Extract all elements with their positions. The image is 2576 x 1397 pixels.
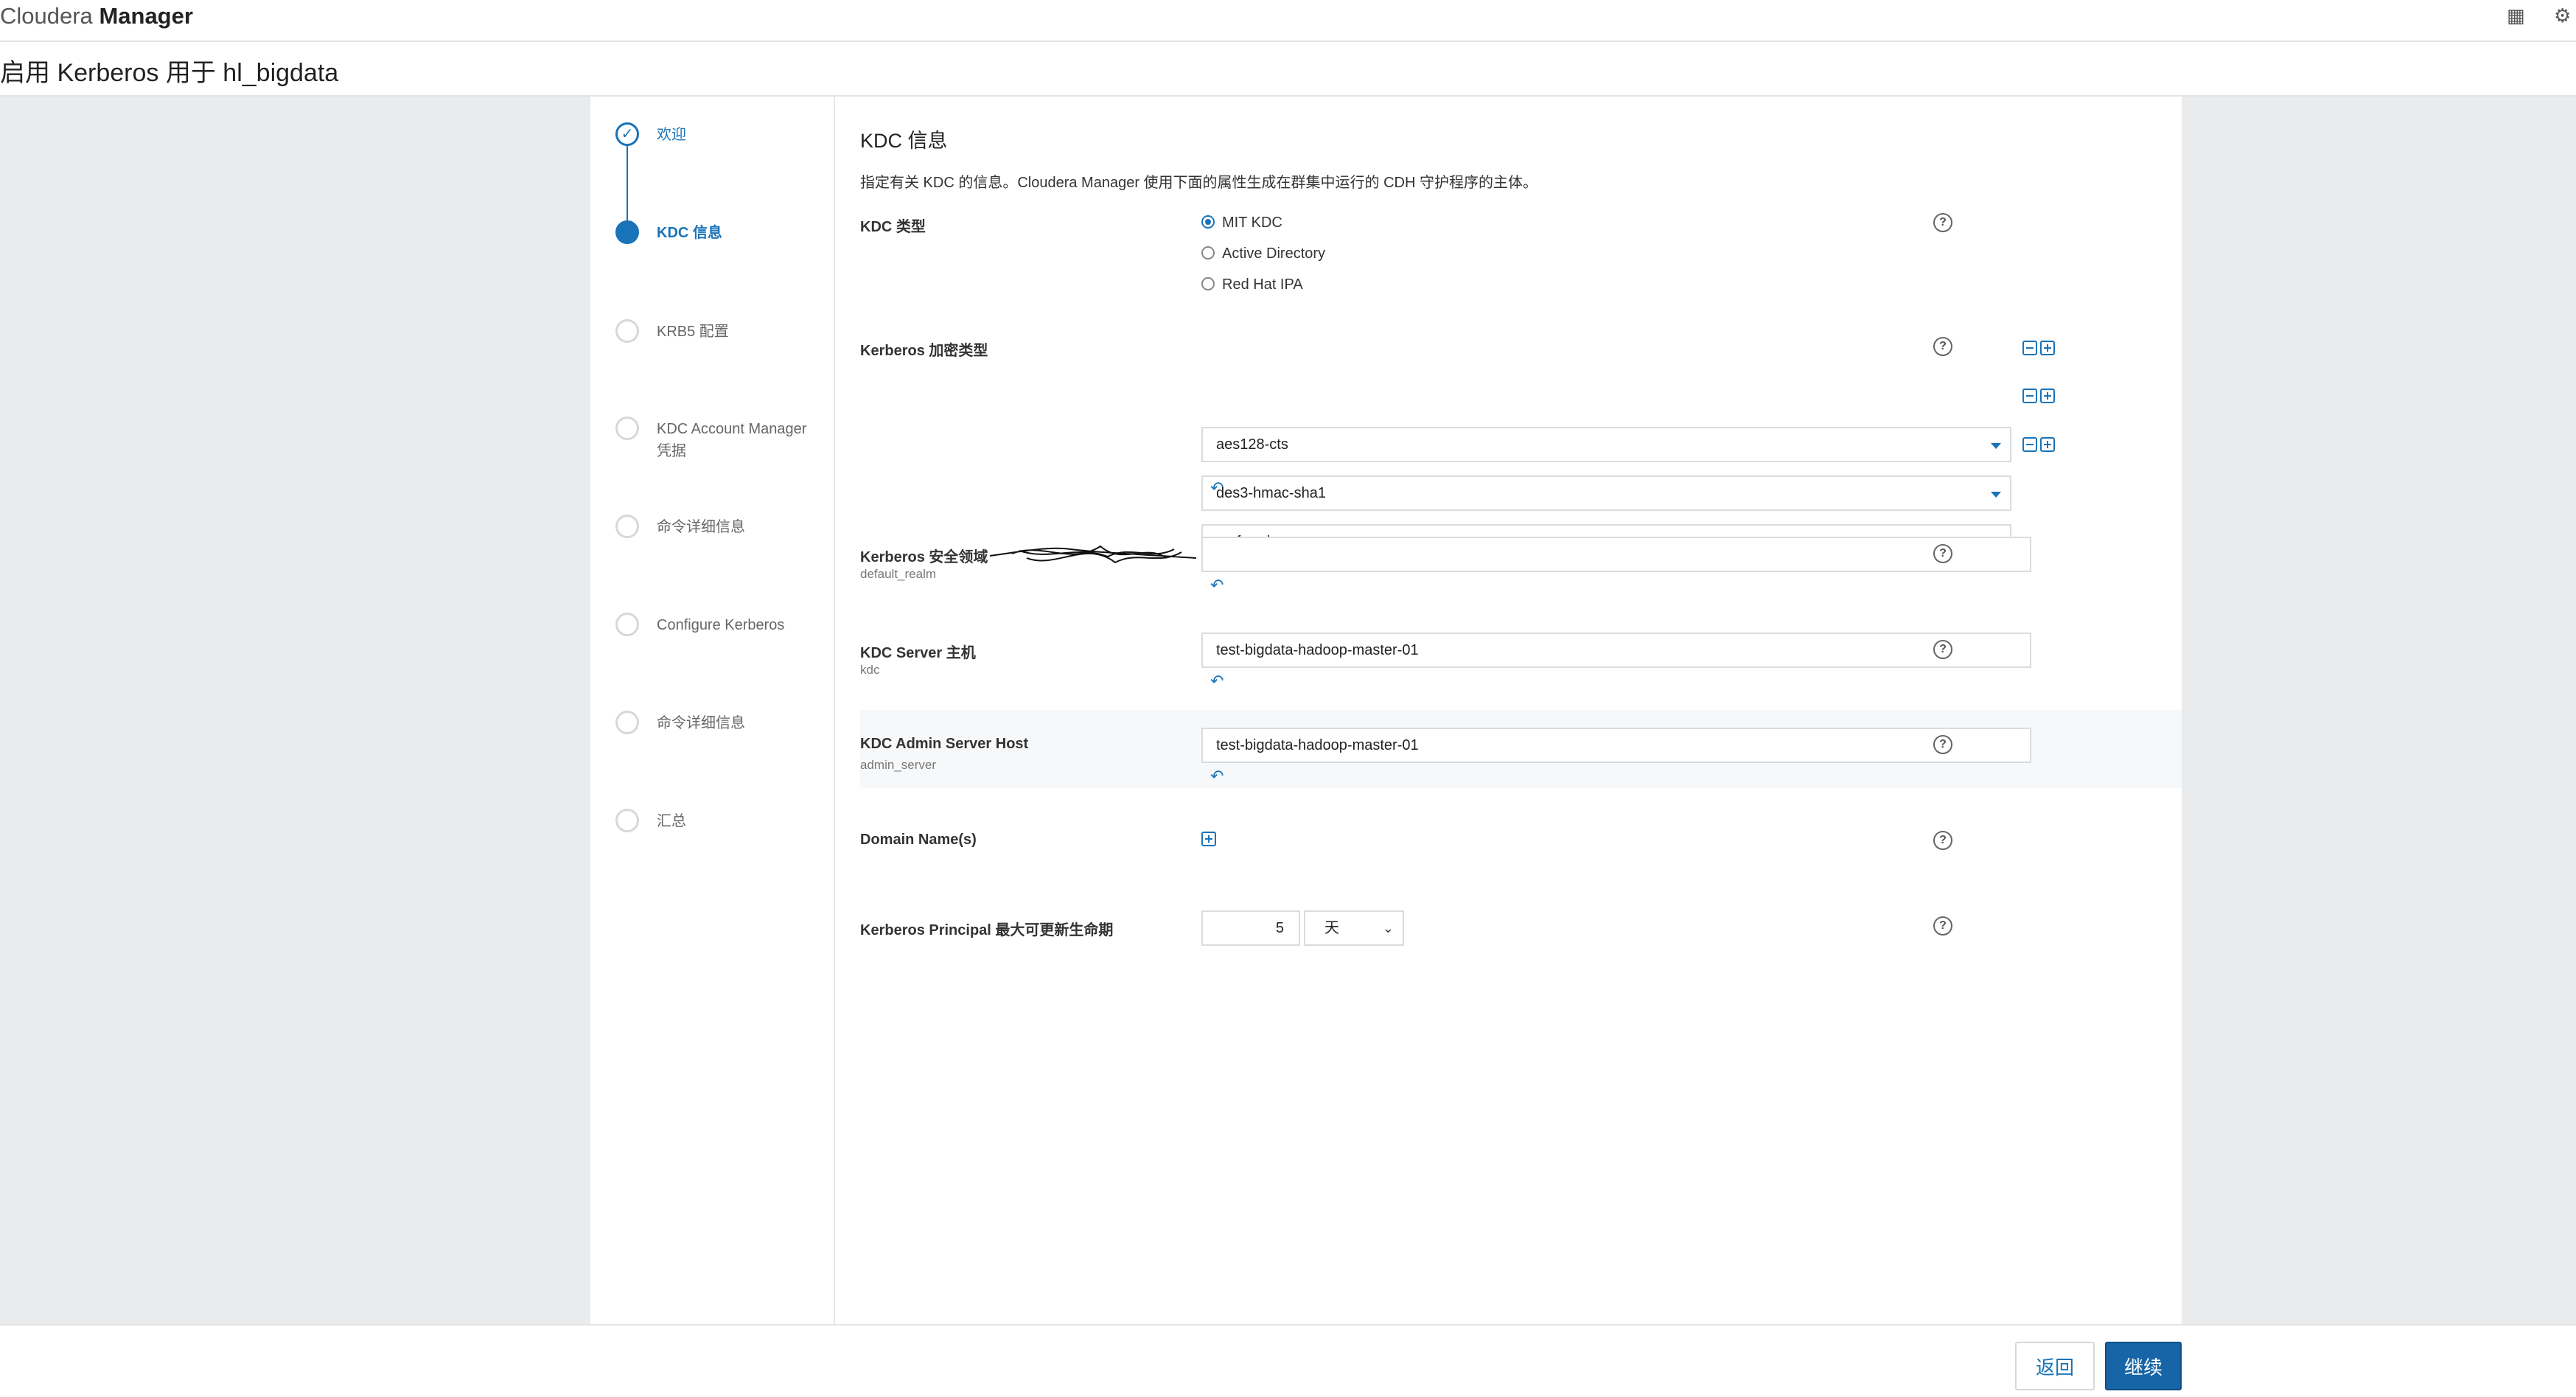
undo-arrow-icon[interactable]: ↶ xyxy=(1210,672,1224,691)
wizard-container: ✓ 欢迎 KDC 信息 KRB5 配置 KDC Account Manager … xyxy=(590,97,2182,1324)
help-icon[interactable]: ? xyxy=(1933,831,1952,850)
radio-label: Active Directory xyxy=(1222,245,1326,262)
step-label: KRB5 配置 xyxy=(657,324,729,340)
active-step-icon xyxy=(615,220,639,244)
brand-name-light: Cloudera xyxy=(0,3,93,29)
plus-box-icon[interactable] xyxy=(2040,389,2055,404)
plus-box-icon[interactable] xyxy=(2040,341,2055,356)
plus-box-icon[interactable] xyxy=(1201,832,1216,847)
enc-row-1-actions xyxy=(2022,338,2058,357)
minus-box-icon[interactable] xyxy=(2022,437,2037,453)
kdc-server-sub: kdc xyxy=(860,663,880,677)
radio-mit-kdc[interactable]: MIT KDC xyxy=(1201,212,1282,234)
radio-label: Red Hat IPA xyxy=(1222,276,1303,293)
continue-button[interactable]: 继续 xyxy=(2105,1342,2182,1390)
minus-box-icon[interactable] xyxy=(2022,389,2037,404)
wizard-steps: ✓ 欢迎 KDC 信息 KRB5 配置 KDC Account Manager … xyxy=(590,97,835,1324)
radio-label: MIT KDC xyxy=(1222,215,1282,231)
chevron-down-icon: ⌄ xyxy=(1382,921,1394,936)
undo-arrow-icon[interactable]: ↶ xyxy=(1210,767,1224,786)
admin-server-sub: admin_server xyxy=(860,758,936,772)
help-icon[interactable]: ? xyxy=(1933,544,1952,563)
step-circle-icon xyxy=(615,711,639,734)
domain-names-add xyxy=(1201,829,1219,848)
enc-row-2-actions xyxy=(2022,386,2058,405)
top-navbar: Cloudera Manager ▦ ⚙ xyxy=(0,0,2576,42)
renew-lifetime-label: Kerberos Principal 最大可更新生命期 xyxy=(860,922,1114,938)
help-icon[interactable]: ? xyxy=(1933,640,1952,659)
kdc-type-label: KDC 类型 xyxy=(860,219,926,235)
step-circle-icon xyxy=(615,417,639,440)
step-circle-icon xyxy=(615,319,639,343)
page-title: 启用 Kerberos 用于 hl_bigdata xyxy=(0,59,339,87)
section-description: 指定有关 KDC 的信息。Cloudera Manager 使用下面的属性生成在… xyxy=(860,175,1537,191)
enc-type-select-2[interactable]: des3-hmac-sha1 xyxy=(1201,475,2011,511)
enc-type-select-1[interactable]: aes128-cts xyxy=(1201,427,2011,462)
step-circle-icon xyxy=(615,809,639,832)
select-value: des3-hmac-sha1 xyxy=(1216,485,1326,501)
realm-input[interactable] xyxy=(1201,537,2031,572)
radio-active-directory[interactable]: Active Directory xyxy=(1201,243,1325,265)
radio-red-hat-ipa[interactable]: Red Hat IPA xyxy=(1201,274,1303,296)
brand-name-bold: Manager xyxy=(99,3,193,29)
kdc-info-form: KDC 信息 指定有关 KDC 的信息。Cloudera Manager 使用下… xyxy=(860,97,2182,1324)
step-label: 命令详细信息 xyxy=(657,519,745,535)
domain-names-label: Domain Name(s) xyxy=(860,832,977,848)
admin-server-label: KDC Admin Server Host xyxy=(860,736,1029,752)
help-icon[interactable]: ? xyxy=(1933,735,1952,754)
realm-sub: default_realm xyxy=(860,567,937,581)
plus-box-icon[interactable] xyxy=(2040,437,2055,453)
app-logo[interactable]: Cloudera Manager xyxy=(0,0,193,32)
page-header: 启用 Kerberos 用于 hl_bigdata xyxy=(0,42,2576,97)
radio-selected-icon xyxy=(1201,215,1215,229)
caret-down-icon xyxy=(1991,492,2001,498)
wizard-footer: 返回 继续 xyxy=(0,1324,2576,1397)
renew-lifetime-unit-select[interactable]: 天 ⌄ xyxy=(1304,910,1404,946)
step-circle-icon xyxy=(615,515,639,538)
realm-label: Kerberos 安全领域 xyxy=(860,549,988,565)
undo-arrow-icon[interactable]: ↶ xyxy=(1210,576,1224,595)
user-settings-icon[interactable]: ⚙ xyxy=(2554,4,2571,27)
help-icon[interactable]: ? xyxy=(1933,916,1952,936)
parcel-icon[interactable]: ▦ xyxy=(2507,4,2525,27)
step-label: 汇总 xyxy=(657,813,686,829)
back-button[interactable]: 返回 xyxy=(2015,1342,2095,1390)
step-label: KDC Account Manager 凭据 xyxy=(657,421,807,459)
enc-row-3-actions xyxy=(2022,434,2058,453)
caret-down-icon xyxy=(1991,443,2001,449)
select-value: 天 xyxy=(1324,920,1339,936)
section-title: KDC 信息 xyxy=(860,130,948,152)
kdc-server-label: KDC Server 主机 xyxy=(860,645,976,661)
undo-arrow-icon[interactable]: ↶ xyxy=(1210,478,1224,498)
redaction-scribble xyxy=(989,545,1197,564)
enc-types-label: Kerberos 加密类型 xyxy=(860,343,988,359)
kdc-server-input[interactable]: test-bigdata-hadoop-master-01 xyxy=(1201,633,2031,668)
radio-icon xyxy=(1201,245,1215,259)
select-value: aes128-cts xyxy=(1216,436,1288,453)
step-label: KDC 信息 xyxy=(657,225,722,241)
help-icon[interactable]: ? xyxy=(1933,337,1952,356)
radio-icon xyxy=(1201,276,1215,290)
step-circle-icon xyxy=(615,613,639,636)
help-icon[interactable]: ? xyxy=(1933,213,1952,232)
check-circle-icon: ✓ xyxy=(615,122,639,146)
step-label: 命令详细信息 xyxy=(657,715,745,731)
step-label: 欢迎 xyxy=(657,127,686,143)
step-label: Configure Kerberos xyxy=(657,617,785,633)
renew-lifetime-input[interactable]: 5 xyxy=(1201,910,1300,946)
minus-box-icon[interactable] xyxy=(2022,341,2037,356)
admin-server-input[interactable]: test-bigdata-hadoop-master-01 xyxy=(1201,728,2031,763)
